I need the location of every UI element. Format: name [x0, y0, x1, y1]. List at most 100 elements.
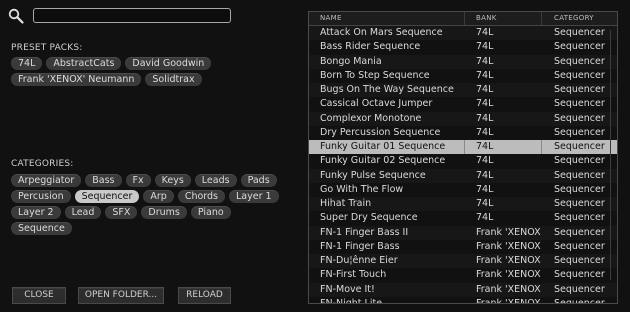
cell-category: Sequencer	[554, 41, 605, 53]
table-scrollbar[interactable]	[610, 26, 616, 302]
scrollbar-thumb[interactable]	[610, 30, 616, 280]
category-pill[interactable]: Sequence	[11, 222, 72, 235]
category-pill[interactable]: Arpeggiator	[11, 174, 82, 187]
table-row[interactable]: Cassical Octave Jumper 74L Sequencer	[309, 97, 617, 112]
cell-bank: 74L	[476, 112, 494, 124]
table-row[interactable]: Super Dry Sequence 74L Sequencer	[309, 211, 617, 226]
category-pill[interactable]: Lead	[64, 206, 102, 219]
cell-name: Attack On Mars Sequence	[320, 27, 443, 38]
cell-bank: Frank 'XENOX' .	[476, 283, 541, 295]
cell-bank: Frank 'XENOX' .	[476, 297, 541, 304]
cell-bank: 74L	[476, 212, 494, 224]
cell-name: FN-First Touch	[320, 269, 387, 281]
category-pill[interactable]: Fx	[125, 174, 151, 187]
column-header-name[interactable]: NAME	[309, 12, 464, 25]
cell-bank: 74L	[464, 140, 541, 155]
table-row[interactable]: FN-1 Finger Bass Frank 'XENOX' . Sequencer	[309, 239, 617, 254]
column-header-bank[interactable]: BANK	[464, 12, 541, 25]
cell-category: Sequencer	[554, 55, 605, 67]
table-row[interactable]: Born To Step Sequence 74L Sequencer	[309, 68, 617, 83]
cell-category: Sequencer	[554, 269, 605, 281]
search-input[interactable]	[33, 8, 231, 23]
preset-pack-pill[interactable]: AbstractCats	[46, 57, 122, 70]
cell-category: Sequencer	[554, 112, 605, 124]
table-row[interactable]: FN-Night Lite Frank 'XENOX' . Sequencer	[309, 296, 617, 304]
category-pill[interactable]: Drums	[141, 206, 187, 219]
category-pill[interactable]: Chords	[177, 190, 225, 203]
cell-bank: 74L	[476, 69, 494, 81]
cell-category: Sequencer	[554, 212, 605, 224]
cell-bank: 74L	[476, 183, 494, 195]
preset-pack-pill[interactable]: 74L	[11, 57, 43, 70]
category-pill[interactable]: Pads	[240, 174, 277, 187]
cell-name: Super Dry Sequence	[320, 212, 418, 224]
table-row[interactable]: Attack On Mars Sequence 74L Sequencer	[309, 26, 617, 41]
category-pill[interactable]: Keys	[154, 174, 191, 187]
column-header-category[interactable]: CATEGORY	[541, 12, 617, 25]
table-row[interactable]: Hihat Train 74L Sequencer	[309, 197, 617, 212]
cell-bank: 74L	[476, 155, 494, 167]
cell-category: Sequencer	[554, 27, 605, 38]
category-pill[interactable]: Arp	[143, 190, 174, 203]
category-pill[interactable]: Leads	[194, 174, 237, 187]
table-row[interactable]: FN-Du¦ênne Eier Frank 'XENOX' . Sequencer	[309, 254, 617, 269]
cell-bank: 74L	[476, 41, 494, 53]
cell-name: Funky Guitar 01 Sequence	[320, 141, 446, 152]
table-row[interactable]: FN-Move It! Frank 'XENOX' . Sequencer	[309, 282, 617, 297]
cell-name: Born To Step Sequence	[320, 69, 430, 81]
category-pill[interactable]: Piano	[190, 206, 231, 219]
preset-packs-label: PRESET PACKS:	[11, 43, 83, 53]
cell-category: Sequencer	[554, 126, 605, 138]
table-row[interactable]: Funky Guitar 01 Sequence 74L Sequencer	[309, 140, 617, 155]
table-header: NAME BANK CATEGORY	[309, 12, 617, 26]
category-pill[interactable]: Layer 2	[11, 206, 61, 219]
cell-name: FN-Du¦ênne Eier	[320, 255, 398, 266]
preset-packs-list: 74L AbstractCats David Goodwin Frank 'XENOX…	[11, 57, 226, 86]
category-pill[interactable]: Layer 1	[229, 190, 279, 203]
cell-category: Sequencer	[554, 84, 605, 95]
cell-category: Sequencer	[554, 183, 605, 195]
cell-name: Bugs On The Way Sequence	[320, 84, 454, 95]
cell-name: Go With The Flow	[320, 183, 404, 195]
reload-button[interactable]: RELOAD	[178, 287, 231, 304]
close-button[interactable]: CLOSE	[12, 287, 66, 304]
table-row[interactable]: Complexor Monotone 74L Sequencer	[309, 111, 617, 126]
cell-bank: Frank 'XENOX' .	[476, 240, 541, 252]
cell-name: Bass Rider Sequence	[320, 41, 421, 53]
table-row[interactable]: Dry Percussion Sequence 74L Sequencer	[309, 125, 617, 140]
cell-name: Bongo Mania	[320, 55, 382, 67]
category-pill[interactable]: Bass	[85, 174, 122, 187]
table-row[interactable]: Bass Rider Sequence 74L Sequencer	[309, 40, 617, 55]
cell-category: Sequencer	[554, 226, 605, 238]
cell-bank: Frank 'XENOX' .	[476, 269, 541, 281]
cell-bank: 74L	[476, 27, 494, 38]
preset-pack-pill[interactable]: David Goodwin	[125, 57, 212, 70]
cell-category: Sequencer	[554, 169, 605, 181]
cell-category: Sequencer	[554, 98, 605, 110]
category-pill[interactable]: Percusion	[11, 190, 71, 203]
category-pill[interactable]: SFX	[105, 206, 138, 219]
table-row[interactable]: Bugs On The Way Sequence 74L Sequencer	[309, 83, 617, 98]
cell-bank: Frank 'XENOX' .	[476, 226, 541, 238]
cell-bank: 74L	[476, 198, 494, 209]
table-row[interactable]: Go With The Flow 74L Sequencer	[309, 182, 617, 197]
search-icon[interactable]	[8, 8, 24, 24]
cell-name: FN-Move It!	[320, 283, 375, 295]
cell-name: Complexor Monotone	[320, 112, 422, 124]
preset-pack-pill[interactable]: Frank 'XENOX' Neumann	[11, 73, 142, 86]
cell-name: FN-1 Finger Bass II	[320, 226, 409, 238]
preset-pack-pill[interactable]: Solidtrax	[145, 73, 202, 86]
table-row[interactable]: Funky Pulse Sequence 74L Sequencer	[309, 168, 617, 183]
category-pill[interactable]: Sequencer	[74, 190, 140, 203]
open-folder-button[interactable]: OPEN FOLDER...	[78, 287, 164, 304]
table-body: Attack On Mars Sequence 74L Sequencer Bass …	[309, 26, 617, 304]
table-row[interactable]: Bongo Mania 74L Sequencer	[309, 54, 617, 69]
table-row[interactable]: FN-1 Finger Bass II Frank 'XENOX' . Sequen…	[309, 225, 617, 240]
table-row[interactable]: FN-First Touch Frank 'XENOX' . Sequencer	[309, 268, 617, 283]
cell-name: Dry Percussion Sequence	[320, 126, 441, 138]
cell-category: Sequencer	[554, 297, 605, 304]
cell-bank: 74L	[476, 98, 494, 110]
table-row[interactable]: Funky Guitar 02 Sequence 74L Sequencer	[309, 154, 617, 169]
cell-category: Sequencer	[554, 240, 605, 252]
cell-bank: Frank 'XENOX' .	[476, 255, 541, 266]
